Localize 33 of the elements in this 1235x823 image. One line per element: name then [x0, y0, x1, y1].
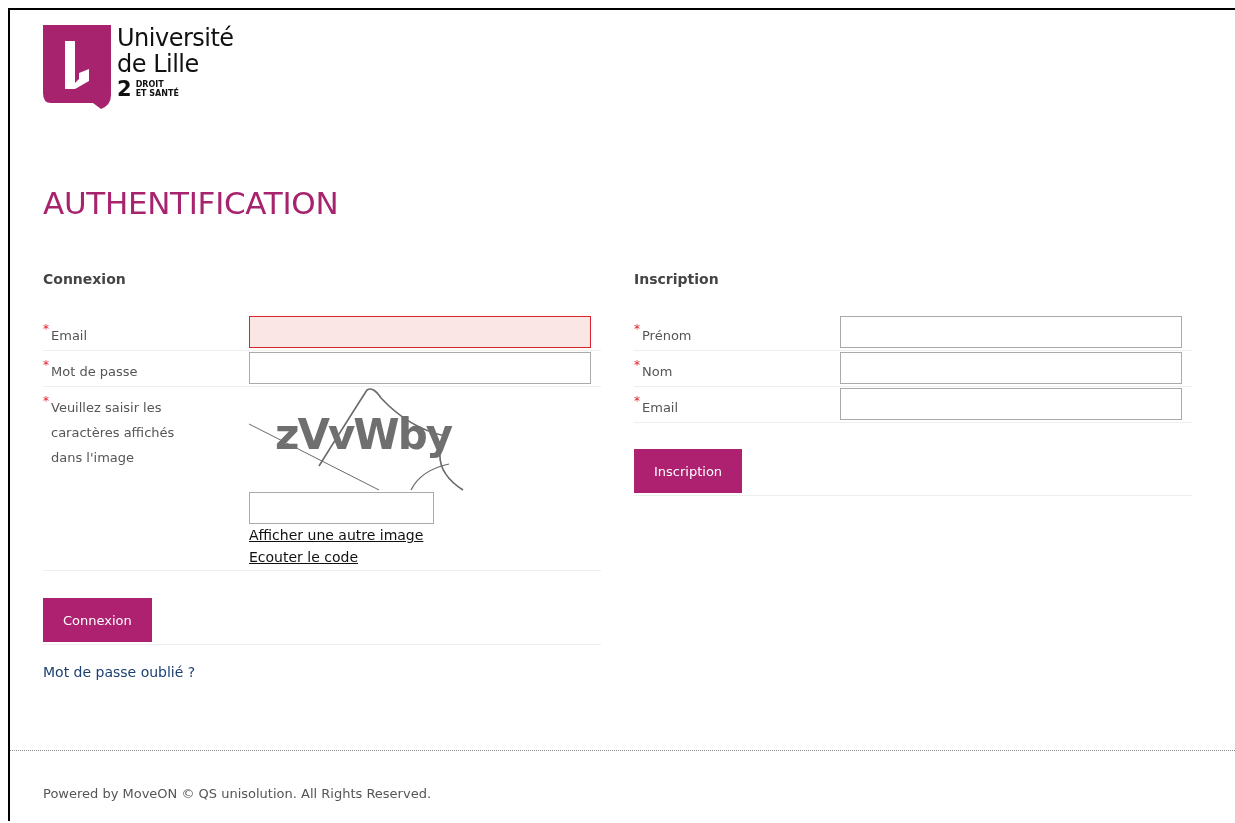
required-mark: *	[43, 394, 49, 406]
field-label: Nom	[642, 363, 673, 381]
captcha-link[interactable]: Ecouter le code	[249, 546, 358, 568]
logo-text: de Lille	[117, 51, 200, 77]
field-label: Veuillez saisir les caractères affichés dans l'image	[51, 399, 176, 467]
logo-subtitle: ET SANTÉ	[135, 89, 179, 98]
logo-number: 2	[117, 78, 132, 100]
submit-button[interactable]: Connexion	[43, 598, 152, 642]
field-label: Email	[642, 399, 679, 417]
submit-button[interactable]: Inscription	[634, 449, 743, 493]
required-mark: *	[43, 358, 49, 370]
captcha-input-field[interactable]	[249, 492, 434, 524]
footer-text: Powered by MoveON © QS unisolution. All Rights Reserved.	[43, 786, 432, 801]
input-field[interactable]	[249, 316, 591, 348]
section-title: Inscription	[634, 271, 720, 289]
logo-subtitle: DROIT	[135, 80, 164, 89]
section-title: Connexion	[43, 271, 127, 289]
page-heading: AUTHENTIFICATION	[43, 185, 340, 221]
logo-text: Université	[117, 25, 234, 51]
captcha-link[interactable]: Afficher une autre image	[249, 524, 424, 546]
university-shield-logo-icon	[43, 25, 111, 109]
field-label: Mot de passe	[51, 363, 138, 381]
required-mark: *	[634, 322, 640, 334]
field-label: Prénom	[642, 327, 692, 345]
forgot-password-link[interactable]: Mot de passe oublié ?	[43, 661, 196, 683]
required-mark: *	[634, 358, 640, 370]
required-mark: *	[634, 394, 640, 406]
field-label: Email	[51, 327, 88, 345]
input-field[interactable]	[840, 352, 1182, 384]
input-field[interactable]	[249, 352, 591, 384]
input-field[interactable]	[840, 388, 1182, 420]
input-field[interactable]	[840, 316, 1182, 348]
required-mark: *	[43, 322, 49, 334]
